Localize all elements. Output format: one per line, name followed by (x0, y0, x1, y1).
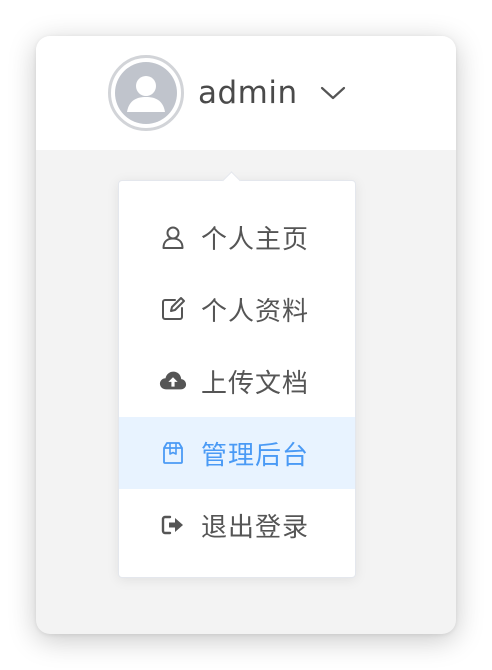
edit-icon (159, 295, 187, 323)
menu-item-admin-panel[interactable]: 管理后台 (119, 417, 355, 489)
cloud-upload-icon (159, 367, 187, 395)
user-menu-card: admin 个人主页 个人资料 上传文档 管理后台 退出登录 (36, 36, 456, 634)
menu-item-label: 退出登录 (201, 512, 310, 543)
sign-out-icon (159, 511, 187, 539)
username-label[interactable]: admin (198, 75, 298, 111)
avatar[interactable] (108, 55, 184, 131)
menu-item-label: 个人主页 (201, 224, 310, 255)
user-dropdown-menu: 个人主页 个人资料 上传文档 管理后台 退出登录 (118, 171, 356, 578)
menu-item-logout[interactable]: 退出登录 (119, 489, 355, 561)
user-outline-icon (159, 223, 187, 251)
dropdown-caret (222, 171, 241, 190)
menu-item-label: 个人资料 (201, 296, 310, 327)
box-icon (159, 439, 187, 467)
menu-item-label: 管理后台 (201, 440, 310, 471)
user-avatar-icon (115, 62, 177, 124)
menu-item-upload-document[interactable]: 上传文档 (119, 345, 355, 417)
header-bar: admin (36, 36, 456, 150)
menu-item-profile-home[interactable]: 个人主页 (119, 201, 355, 273)
menu-item-profile-info[interactable]: 个人资料 (119, 273, 355, 345)
menu-item-label: 上传文档 (201, 368, 310, 399)
chevron-down-icon[interactable] (320, 85, 346, 101)
user-dropdown-trigger[interactable]: admin (108, 52, 346, 134)
menu-list: 个人主页 个人资料 上传文档 管理后台 退出登录 (119, 201, 355, 561)
